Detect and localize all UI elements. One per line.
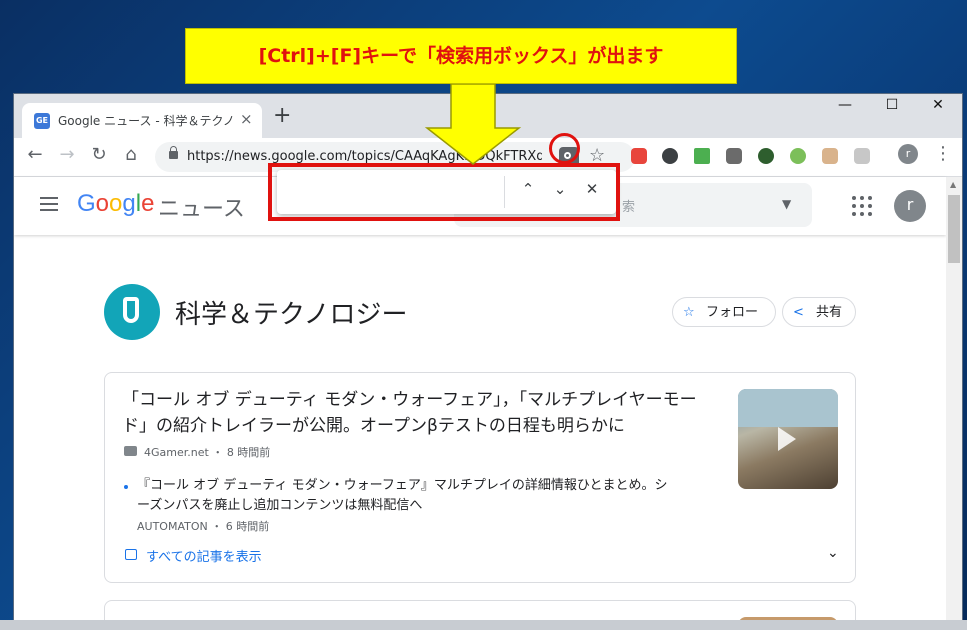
- star-icon: ☆: [683, 305, 695, 320]
- google-news-favicon-icon: GE: [34, 113, 50, 129]
- forward-button[interactable]: →: [54, 144, 80, 165]
- follow-button[interactable]: ☆ フォロー: [672, 297, 776, 327]
- page-scrollbar[interactable]: ▲: [946, 177, 962, 630]
- hamburger-menu-icon[interactable]: [40, 197, 58, 211]
- tab-close-icon[interactable]: ×: [240, 110, 253, 128]
- logo-letter: e: [141, 190, 155, 217]
- page-content: Google ニュース 索 ▼ r ▲ 科学＆テクノロジー ☆ フォロー < 共…: [14, 177, 962, 630]
- home-button[interactable]: ⌂: [118, 144, 144, 165]
- extension-cast-icon[interactable]: [854, 148, 870, 164]
- account-avatar[interactable]: r: [894, 190, 926, 222]
- story-source: 4Gamer.net ・ 8 時間前: [144, 446, 271, 459]
- tab-title: Google ニュース - 科学＆テクノロジー: [58, 114, 233, 128]
- extension-image-icon[interactable]: [822, 148, 838, 164]
- related-source-name[interactable]: AUTOMATON: [137, 520, 208, 533]
- apps-grid-icon[interactable]: [852, 196, 872, 216]
- share-icon: <: [793, 305, 804, 320]
- logo-letter: G: [77, 190, 96, 217]
- topic-title: 科学＆テクノロジー: [175, 300, 408, 330]
- related-time: 6 時間前: [225, 520, 270, 533]
- find-icon-highlight-circle: [549, 133, 580, 164]
- extension-s-icon[interactable]: [631, 148, 647, 164]
- taskbar: [0, 620, 967, 630]
- share-label: 共有: [816, 305, 843, 320]
- minimize-button[interactable]: —: [822, 97, 868, 113]
- source-name[interactable]: 4Gamer.net: [144, 446, 209, 459]
- microscope-icon: [104, 284, 160, 340]
- close-window-button[interactable]: ✕: [915, 97, 961, 113]
- extension-circle-icon[interactable]: [758, 148, 774, 164]
- new-tab-button[interactable]: +: [273, 105, 291, 127]
- back-button[interactable]: ←: [22, 144, 48, 165]
- bullet-dot: [124, 485, 128, 489]
- play-icon: [778, 427, 796, 451]
- related-headline[interactable]: 『コール オブ デューティ モダン・ウォーフェア』マルチプレイの詳細情報ひとまと…: [137, 476, 672, 516]
- full-coverage-icon: [125, 549, 137, 560]
- scroll-up-icon[interactable]: ▲: [950, 180, 956, 189]
- story-thumbnail[interactable]: [738, 389, 838, 489]
- menu-kebab-icon[interactable]: ⋮: [934, 143, 952, 164]
- search-placeholder: 索: [622, 200, 636, 215]
- story-time: 8 時間前: [226, 446, 271, 459]
- instruction-callout: [Ctrl]+[F]キーで「検索用ボックス」が出ます: [185, 28, 737, 84]
- logo-letter: o: [95, 190, 110, 217]
- share-button[interactable]: < 共有: [782, 297, 856, 327]
- google-logo[interactable]: Google: [77, 190, 154, 218]
- down-arrow-icon: [424, 84, 522, 165]
- callout-text: [Ctrl]+[F]キーで「検索用ボックス」が出ます: [258, 45, 664, 67]
- maximize-button[interactable]: ☐: [869, 97, 915, 113]
- logo-letter: g: [122, 190, 136, 217]
- extension-ublock-icon[interactable]: [726, 148, 742, 164]
- lock-icon: [169, 146, 178, 159]
- story-headline[interactable]: 「コール オブ デューティ モダン・ウォーフェア」，「マルチプレイヤーモード」の…: [122, 387, 717, 439]
- related-source: AUTOMATON ・ 6 時間前: [137, 520, 270, 533]
- search-dropdown-icon[interactable]: ▼: [782, 197, 791, 211]
- extension-leaf-icon[interactable]: [694, 148, 710, 164]
- reload-button[interactable]: ↻: [86, 144, 112, 165]
- logo-letter: o: [109, 190, 123, 217]
- video-source-icon: [124, 446, 137, 456]
- view-all-stories-link[interactable]: すべての記事を表示: [146, 546, 262, 565]
- follow-label: フォロー: [706, 305, 759, 320]
- news-logo-text: ニュース: [158, 197, 245, 222]
- extension-puzzle-icon[interactable]: [662, 148, 678, 164]
- tab-google-news[interactable]: GE Google ニュース - 科学＆テクノロジー ×: [22, 103, 262, 138]
- story-card: 「コール オブ デューティ モダン・ウォーフェア」，「マルチプレイヤーモード」の…: [104, 372, 856, 583]
- expand-chevron-icon[interactable]: ⌄: [827, 545, 839, 561]
- find-bar-highlight-box: [268, 163, 620, 221]
- scroll-thumb[interactable]: [948, 195, 960, 263]
- extension-chameleon-icon[interactable]: [790, 148, 806, 164]
- profile-avatar[interactable]: r: [898, 144, 918, 164]
